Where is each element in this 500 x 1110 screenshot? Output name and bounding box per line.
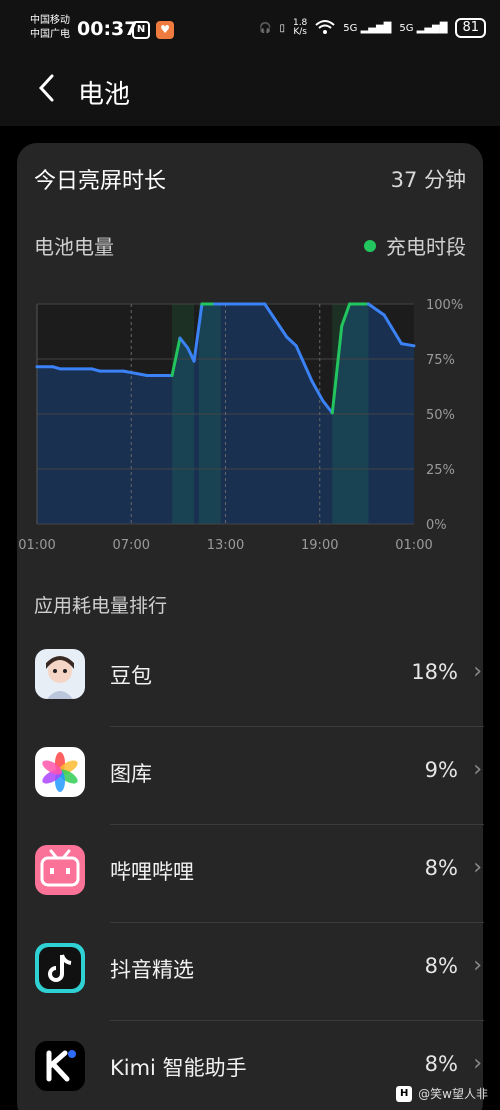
battery-card: 今日亮屏时长 37 分钟 电池电量 充电时段 100% 75% 50% 25% 0% 01…	[17, 143, 484, 1110]
screen-time-label: 今日亮屏时长	[34, 169, 167, 194]
app-percent: 8%	[424, 856, 458, 880]
battery-level-header: 电池电量 充电时段	[34, 231, 466, 260]
nfc-icon: N	[132, 21, 150, 39]
app-usage-row[interactable]: 抖音精选 8% ›	[34, 937, 484, 1035]
carrier-2: 中国广电	[30, 29, 70, 40]
douyin-icon	[35, 943, 85, 993]
y-tick-label-4: 0%	[426, 518, 447, 533]
chevron-right-icon: ›	[473, 1051, 482, 1076]
doubao-icon	[35, 649, 85, 699]
signal-1-icon: 5G ▂▄▆█	[343, 22, 392, 34]
app-name: 图库	[110, 762, 152, 786]
x-tick-label-3: 19:00	[301, 538, 338, 553]
bilibili-icon	[35, 845, 85, 895]
watermark: H @笑w望人非	[396, 1085, 488, 1102]
divider	[110, 824, 484, 825]
charging-legend: 充电时段	[364, 231, 466, 260]
battery-level: 81	[455, 18, 486, 38]
x-tick-label-2: 13:00	[207, 538, 244, 553]
app-usage-row[interactable]: 图库 9% ›	[34, 741, 484, 839]
screen-time-row: 今日亮屏时长 37 分钟	[34, 163, 466, 195]
notification-app-icon: ♥	[156, 21, 174, 39]
watermark-logo: H	[396, 1085, 413, 1102]
x-tick-label-4: 01:00	[395, 538, 432, 553]
signal-2-icon: 5G ▂▄▆█	[399, 22, 448, 34]
x-tick-label-1: 07:00	[113, 538, 150, 553]
chevron-right-icon: ›	[473, 953, 482, 978]
chevron-left-icon	[38, 74, 54, 102]
status-bar: 中国移动 中国广电 00:37 N ♥ 🎧 ▯ 1.8 K/s 5G ▂▄▆█ …	[0, 0, 500, 58]
chevron-right-icon: ›	[473, 855, 482, 880]
battery-level-label: 电池电量	[34, 235, 114, 259]
divider	[110, 922, 484, 923]
status-right: 🎧 ▯ 1.8 K/s 5G ▂▄▆█ 5G ▂▄▆█ 81	[259, 18, 486, 38]
status-time: 00:37	[77, 18, 138, 40]
wifi-icon	[315, 19, 335, 38]
carrier-info: 中国移动 中国广电	[30, 14, 70, 42]
x-tick-label-0: 01:00	[18, 538, 55, 553]
battery-chart[interactable]: 100% 75% 50% 25% 0% 01:00 07:00 13:00 19:00 01:00	[17, 283, 483, 563]
app-name: Kimi 智能助手	[110, 1056, 247, 1080]
page-header: 电池	[0, 58, 500, 126]
gallery-icon	[35, 747, 85, 797]
y-tick-label-3: 25%	[426, 463, 455, 478]
app-name: 哔哩哔哩	[110, 860, 194, 884]
page-title: 电池	[78, 80, 131, 110]
kimi-icon	[35, 1041, 85, 1091]
watermark-text: @笑w望人非	[418, 1087, 488, 1101]
divider	[110, 1020, 484, 1021]
apps-section-label: 应用耗电量排行	[34, 595, 168, 617]
app-percent: 8%	[424, 1052, 458, 1076]
net-speed: 1.8 K/s	[292, 18, 308, 37]
y-tick-label-1: 75%	[426, 353, 455, 368]
divider	[110, 726, 484, 727]
app-name: 豆包	[110, 664, 152, 688]
carrier-1: 中国移动	[30, 15, 70, 26]
headphones-icon: 🎧	[259, 22, 272, 34]
y-tick-label-0: 100%	[426, 298, 463, 313]
charging-legend-label: 充电时段	[386, 235, 466, 259]
app-percent: 9%	[424, 758, 458, 782]
screen-time-value: 37 分钟	[390, 168, 466, 192]
app-usage-row[interactable]: 哔哩哔哩 8% ›	[34, 839, 484, 937]
app-percent: 8%	[424, 954, 458, 978]
app-usage-row[interactable]: 豆包 18% ›	[34, 643, 484, 741]
app-name: 抖音精选	[110, 958, 194, 982]
chevron-right-icon: ›	[473, 757, 482, 782]
chevron-right-icon: ›	[473, 659, 482, 684]
app-percent: 18%	[411, 660, 458, 684]
y-tick-label-2: 50%	[426, 408, 455, 423]
charging-dot-icon	[364, 239, 376, 252]
app-usage-list: 豆包 18% › 图库 9% › 哔哩哔哩 8% › 抖音精选 8% › Kimi 智能助手 8% ›	[34, 643, 484, 1110]
back-button[interactable]	[36, 72, 56, 110]
battery-small-icon: ▯	[279, 22, 285, 34]
